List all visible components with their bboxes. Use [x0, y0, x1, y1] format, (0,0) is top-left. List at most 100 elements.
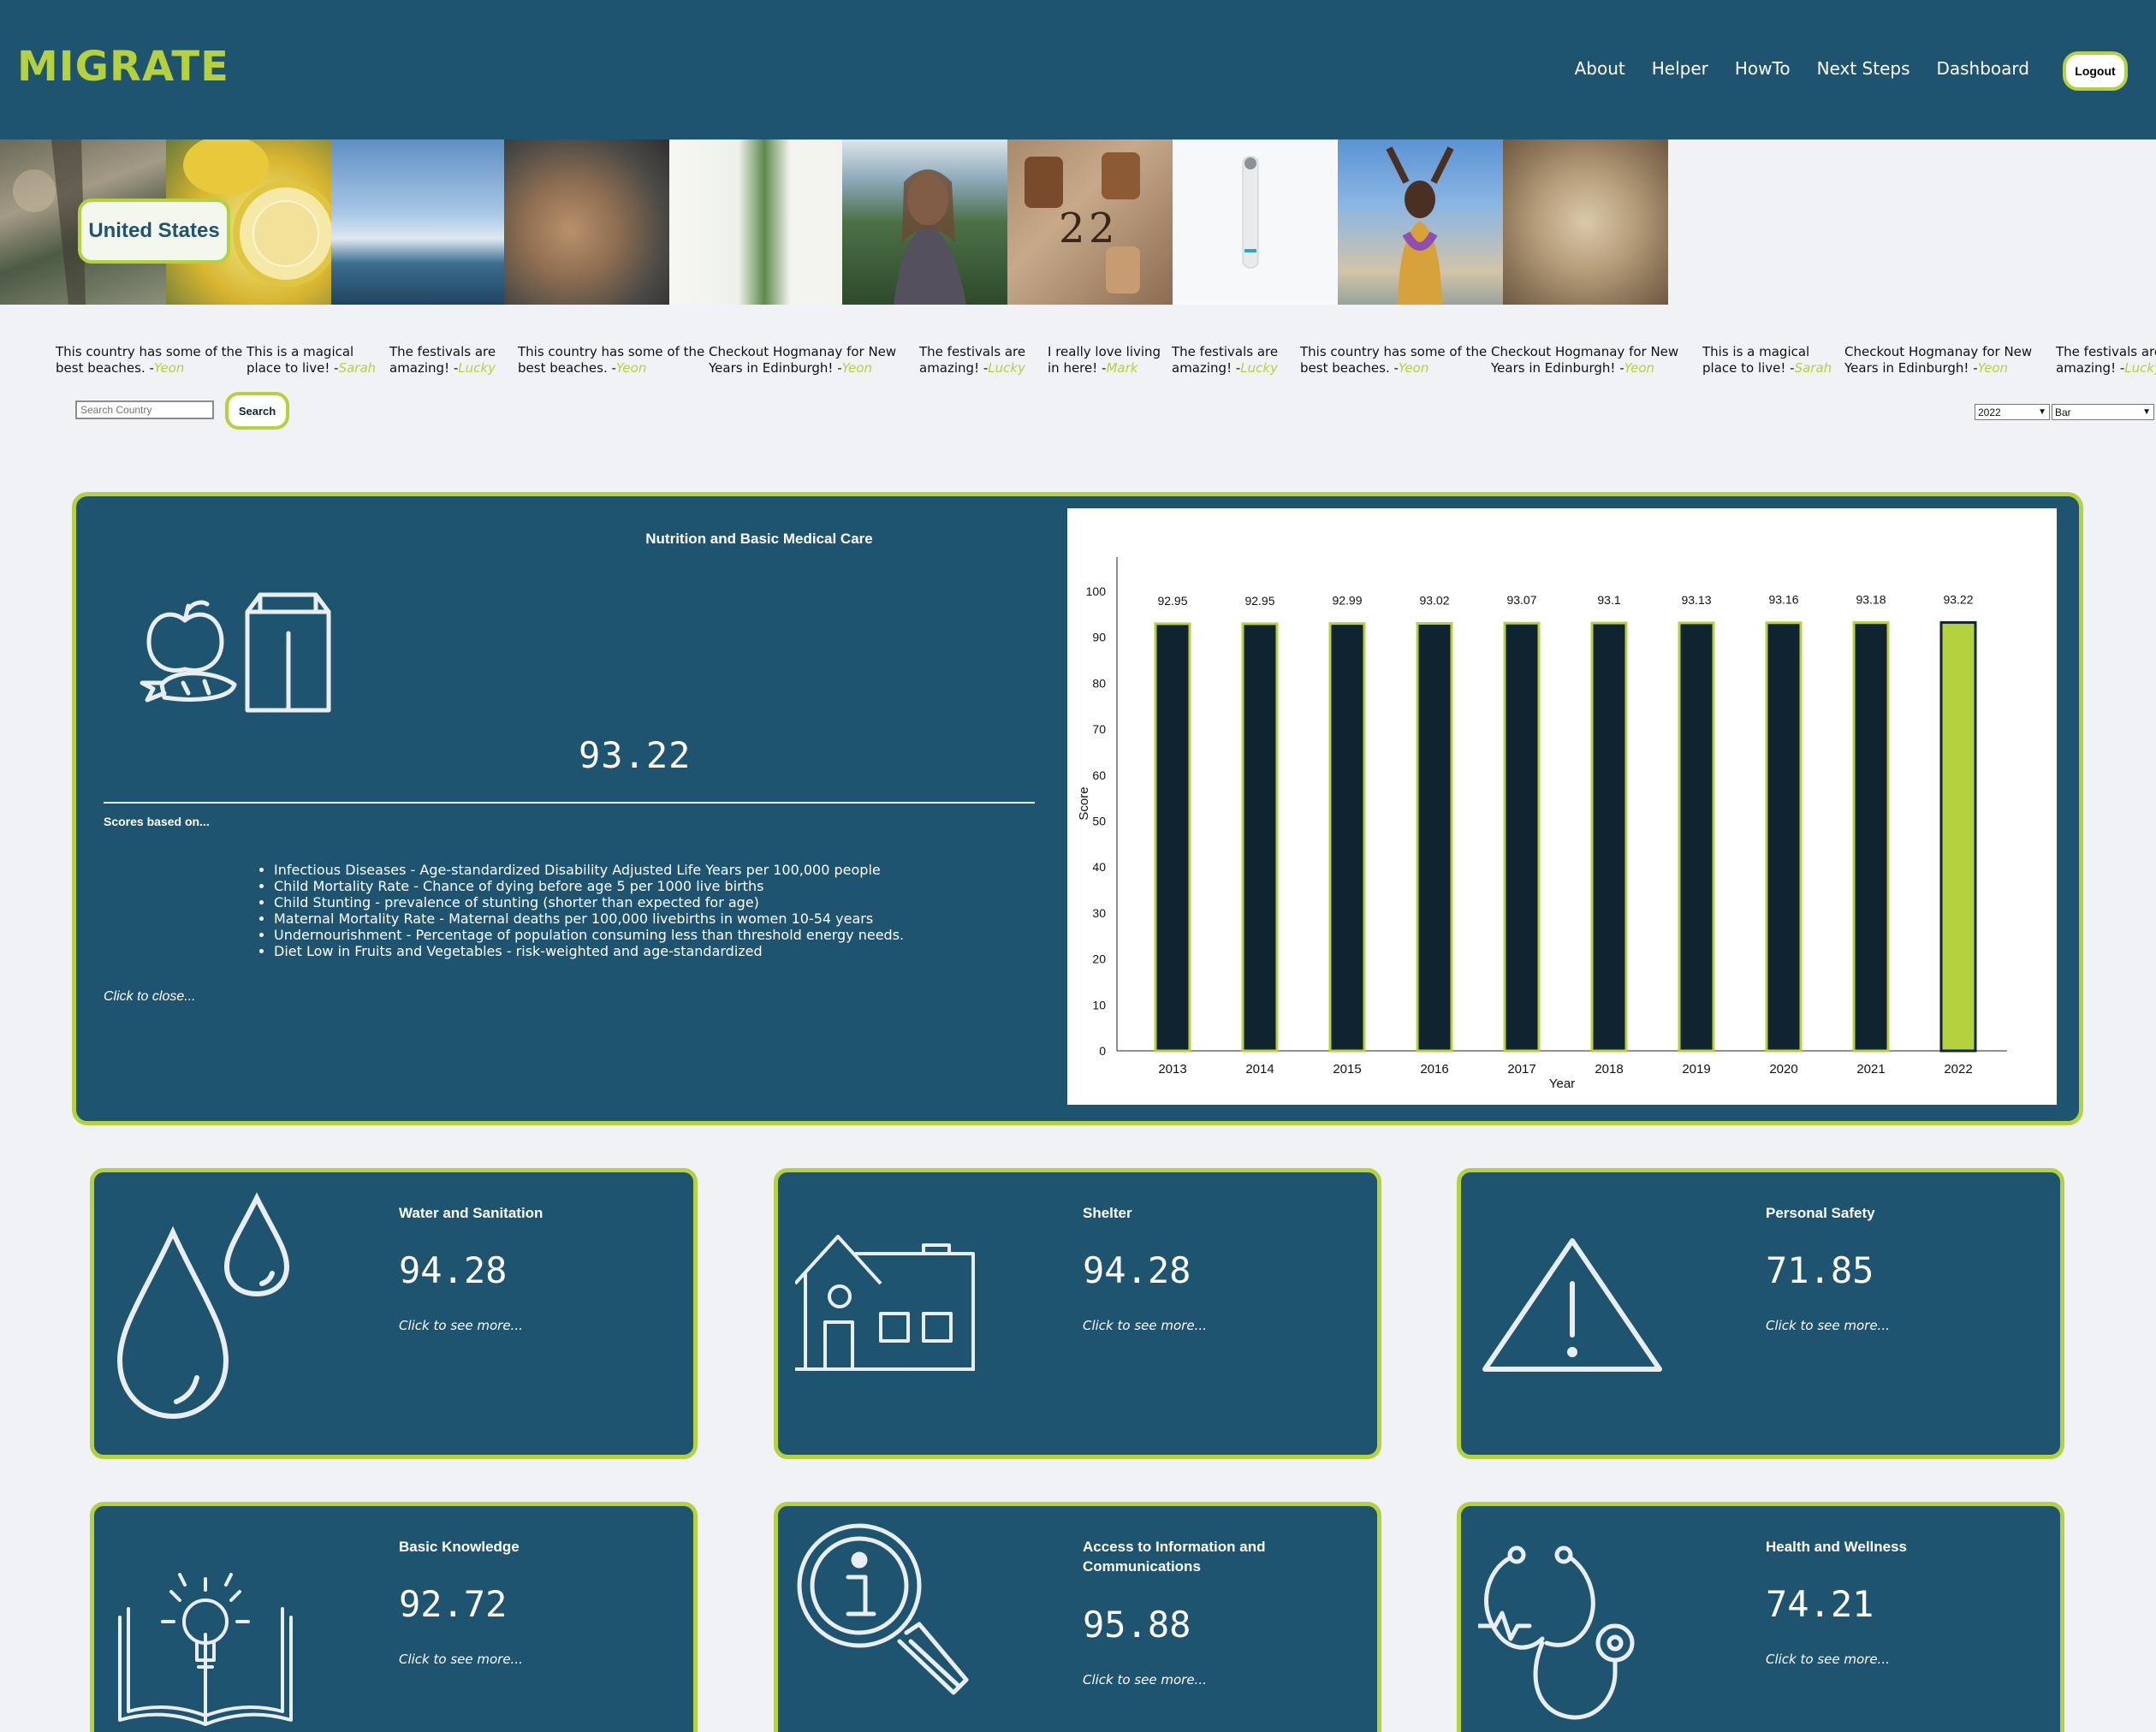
bar-2020: [1765, 621, 1803, 1053]
card-title: Access to Information and Communications: [1083, 1539, 1266, 1575]
testimonial: This country has some of the best beache…: [56, 344, 243, 376]
nav-howto[interactable]: HowTo: [1735, 58, 1791, 79]
category-detail-panel[interactable]: Nutrition and Basic Medical Care 93.22 S…: [72, 492, 2083, 1125]
panel-divider: [104, 802, 1035, 804]
card-title: Personal Safety: [1766, 1205, 1875, 1221]
photo-device: [1173, 139, 1338, 305]
card-access-information[interactable]: Access to Information and Communications…: [774, 1502, 1381, 1732]
country-badge[interactable]: United States: [78, 199, 230, 264]
card-see-more-link[interactable]: Click to see more...: [1083, 1672, 1207, 1688]
x-tick-label: 2013: [1158, 1062, 1186, 1077]
card-score: 71.85: [1766, 1249, 1874, 1291]
nav-helper[interactable]: Helper: [1652, 58, 1708, 79]
photo-ornaments: 22: [1007, 139, 1173, 305]
card-see-more-link[interactable]: Click to see more...: [1766, 1652, 1890, 1667]
bar-value-label: 93.02: [1419, 593, 1449, 607]
score-history-chart: 0 10 20 30 40 50 60 70 80 90 100 92.95 2013 92.95 2014…: [1067, 508, 2057, 1105]
card-see-more-link[interactable]: Click to see more...: [399, 1652, 523, 1667]
bar-2015: [1328, 622, 1366, 1053]
y-tick-label: 20: [1092, 952, 1106, 966]
testimonial: The festivals are amazing! -Lucky: [389, 344, 496, 376]
scores-based-on-label: Scores based on...: [104, 815, 210, 828]
photo-vines: [669, 139, 842, 305]
testimonial: I really love living in here! -Mark: [1048, 344, 1161, 376]
panel-title: Nutrition and Basic Medical Care: [645, 531, 873, 547]
testimonial: The festivals are amazing! -Lucky: [1172, 344, 1279, 376]
x-tick-label: 2015: [1333, 1062, 1361, 1077]
chevron-down-icon: ▼: [2142, 407, 2151, 417]
testimonial-ticker: This country has some of the best beache…: [53, 344, 2156, 380]
y-tick-label: 10: [1092, 998, 1106, 1011]
testimonial: Checkout Hogmanay for New Years in Edinb…: [1491, 344, 1679, 376]
chart-type-select[interactable]: Bar ▼: [2052, 404, 2154, 420]
y-tick-label: 60: [1092, 768, 1106, 782]
stethoscope-icon: [1476, 1545, 1675, 1732]
search-button[interactable]: Search: [225, 392, 289, 430]
card-see-more-link[interactable]: Click to see more...: [1766, 1318, 1890, 1333]
chart-type-value: Bar: [2055, 406, 2071, 418]
water-drops-icon: [111, 1189, 317, 1450]
nav-dashboard[interactable]: Dashboard: [1936, 58, 2029, 79]
card-basic-knowledge[interactable]: Basic Knowledge 92.72 Click to see more.…: [90, 1502, 698, 1732]
indicator-item: Child Stunting - prevalence of stunting …: [274, 894, 904, 910]
card-water-sanitation[interactable]: Water and Sanitation 94.28 Click to see …: [90, 1168, 698, 1459]
chevron-down-icon: ▼: [2038, 407, 2046, 417]
y-tick-label: 0: [1099, 1044, 1106, 1058]
bar-chart-svg: 0 10 20 30 40 50 60 70 80 90 100 92.95 2013 92.95 2014…: [1077, 557, 2007, 1091]
svg-text:2: 2: [1059, 205, 1085, 252]
bar-value-label: 93.22: [1943, 592, 1973, 606]
bar-2016: [1416, 621, 1453, 1053]
logout-button[interactable]: Logout: [2063, 51, 2128, 91]
bar-2019: [1678, 621, 1715, 1053]
bar-value-label: 93.18: [1856, 593, 1886, 607]
x-tick-label: 2016: [1420, 1062, 1448, 1077]
y-tick-label: 40: [1092, 860, 1106, 874]
bar-value-label: 92.99: [1332, 594, 1362, 608]
indicator-item: Infectious Diseases - Age-standardized D…: [274, 862, 904, 878]
photo-woman-forest: [842, 139, 1007, 305]
bar-2018: [1590, 621, 1628, 1053]
bar-value-label: 93.07: [1506, 593, 1536, 607]
bar-2017: [1503, 621, 1541, 1053]
y-tick-label: 100: [1086, 584, 1107, 598]
testimonial: This is a magical place to live! -Sarah: [246, 344, 377, 376]
app-logo[interactable]: MIGRATE: [17, 43, 229, 91]
bar-2022: [1939, 620, 1977, 1053]
close-panel-link[interactable]: Click to close...: [104, 989, 196, 1005]
bar-2013: [1154, 622, 1191, 1053]
indicator-item: Maternal Mortality Rate - Maternal death…: [274, 910, 904, 927]
testimonial: This country has some of the best beache…: [1300, 344, 1488, 376]
house-icon: [793, 1232, 992, 1382]
search-country-input[interactable]: [75, 400, 214, 419]
info-magnifier-icon: [795, 1521, 992, 1714]
card-title: Health and Wellness: [1766, 1539, 1908, 1555]
card-title: Water and Sanitation: [399, 1205, 543, 1221]
indicator-list: Infectious Diseases - Age-standardized D…: [269, 862, 904, 959]
testimonial: This is a magical place to live! -Sarah: [1702, 344, 1832, 376]
card-see-more-link[interactable]: Click to see more...: [1083, 1318, 1207, 1333]
panel-score: 93.22: [579, 734, 692, 776]
nav-about[interactable]: About: [1575, 58, 1625, 79]
x-tick-label: 2021: [1856, 1062, 1885, 1077]
testimonial: The festivals are amazing! -Lucky: [2056, 344, 2156, 376]
book-lightbulb-icon: [111, 1540, 308, 1732]
card-see-more-link[interactable]: Click to see more...: [399, 1318, 523, 1333]
nav-next-steps[interactable]: Next Steps: [1817, 58, 1910, 79]
testimonial: This country has some of the best beache…: [518, 344, 705, 376]
testimonial: Checkout Hogmanay for New Years in Edinb…: [709, 344, 897, 376]
x-tick-label: 2018: [1595, 1062, 1623, 1077]
card-shelter[interactable]: Shelter 94.28 Click to see more...: [774, 1168, 1381, 1459]
photo-coast: [331, 139, 504, 305]
y-tick-label: 70: [1092, 722, 1106, 736]
testimonial: The festivals are amazing! -Lucky: [919, 344, 1026, 376]
svg-text:2: 2: [1089, 205, 1115, 252]
top-header: MIGRATE About Helper HowTo Next Steps Da…: [0, 0, 2156, 139]
year-select[interactable]: 2022 ▼: [1975, 404, 2050, 420]
card-personal-safety[interactable]: Personal Safety 71.85 Click to see more.…: [1457, 1168, 2064, 1459]
y-tick-label: 80: [1092, 676, 1106, 690]
bar-2021: [1852, 621, 1890, 1053]
x-tick-label: 2020: [1769, 1062, 1797, 1077]
y-tick-label: 90: [1092, 631, 1106, 644]
card-health-wellness[interactable]: Health and Wellness 74.21 Click to see m…: [1457, 1502, 2064, 1732]
bar-value-label: 92.95: [1157, 594, 1187, 608]
